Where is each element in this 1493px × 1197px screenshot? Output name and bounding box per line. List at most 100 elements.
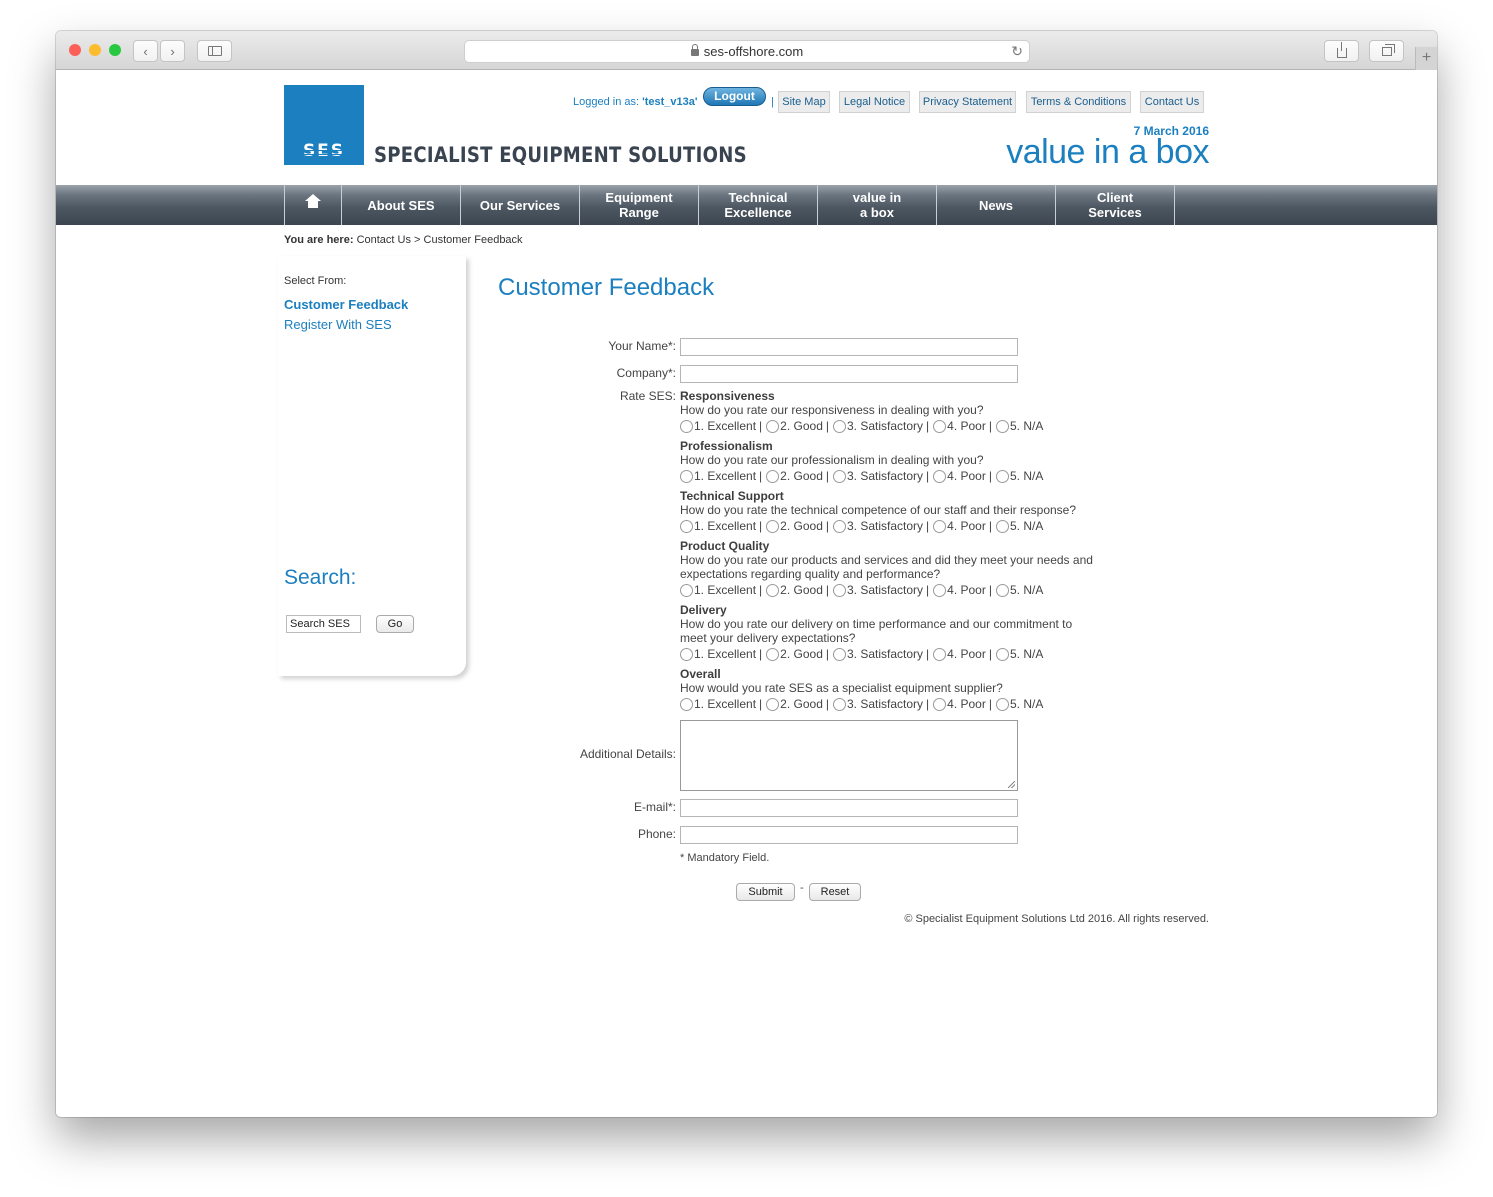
radio-button[interactable] [766, 647, 780, 661]
back-button[interactable]: ‹ [133, 40, 158, 62]
radio-button[interactable] [933, 697, 947, 711]
rating-option[interactable]: 5. N/A [995, 583, 1043, 597]
phone-field[interactable] [680, 826, 1018, 844]
breadcrumb-path[interactable]: Contact Us > Customer Feedback [357, 234, 523, 246]
rating-option[interactable]: 5. N/A [995, 419, 1043, 433]
radio-button[interactable] [766, 469, 780, 483]
rating-option[interactable]: 1. Excellent [680, 583, 756, 597]
email-field[interactable] [680, 799, 1018, 817]
radio-button[interactable] [680, 647, 693, 661]
rating-option[interactable]: 1. Excellent [680, 697, 756, 711]
search-input[interactable]: Search SES [286, 615, 361, 633]
forward-button[interactable]: › [160, 40, 185, 62]
legal-notice-link[interactable]: Legal Notice [839, 91, 910, 113]
rating-option[interactable]: 4. Poor [933, 697, 986, 711]
nav-value-in-a-box[interactable]: value in a box [818, 185, 937, 225]
nav-news[interactable]: News [937, 185, 1056, 225]
radio-button[interactable] [680, 697, 693, 711]
rating-option[interactable]: 3. Satisfactory [833, 647, 923, 661]
zoom-window-button[interactable] [109, 44, 121, 56]
privacy-statement-link[interactable]: Privacy Statement [919, 91, 1016, 113]
minimize-window-button[interactable] [89, 44, 101, 56]
rating-option[interactable]: 1. Excellent [680, 647, 756, 661]
nav-client-services[interactable]: Client Services [1056, 185, 1175, 225]
details-textarea[interactable] [680, 720, 1018, 791]
radio-button[interactable] [680, 519, 693, 533]
search-go-button[interactable]: Go [376, 615, 414, 633]
radio-button[interactable] [995, 419, 1009, 433]
radio-button[interactable] [833, 647, 846, 661]
tabs-overview-button[interactable] [1369, 40, 1404, 62]
radio-button[interactable] [933, 647, 947, 661]
rating-option[interactable]: 3. Satisfactory [833, 583, 923, 597]
name-field[interactable] [680, 338, 1018, 356]
radio-button[interactable] [833, 419, 846, 433]
rating-option[interactable]: 3. Satisfactory [833, 419, 923, 433]
rating-option[interactable]: 4. Poor [933, 519, 986, 533]
radio-button[interactable] [766, 419, 780, 433]
rating-option[interactable]: 4. Poor [933, 469, 986, 483]
reset-button[interactable]: Reset [809, 883, 861, 901]
contact-us-link[interactable]: Contact Us [1140, 91, 1204, 113]
nav-technical-excellence[interactable]: Technical Excellence [699, 185, 818, 225]
rating-option-label: 5. N/A [1009, 647, 1044, 661]
rating-option[interactable]: 5. N/A [995, 697, 1043, 711]
rating-option[interactable]: 2. Good [766, 647, 823, 661]
radio-button[interactable] [680, 469, 693, 483]
radio-button[interactable] [995, 583, 1009, 597]
nav-about-ses[interactable]: About SES [342, 185, 461, 225]
ses-logo[interactable]: SES [284, 85, 364, 165]
reload-icon[interactable]: ↻ [1011, 41, 1023, 62]
rating-option[interactable]: 4. Poor [933, 647, 986, 661]
radio-button[interactable] [833, 519, 846, 533]
radio-button[interactable] [995, 469, 1009, 483]
sidebar-item-customer-feedback[interactable]: Customer Feedback [284, 297, 408, 312]
rating-option[interactable]: 4. Poor [933, 583, 986, 597]
company-field[interactable] [680, 365, 1018, 383]
rating-option[interactable]: 2. Good [766, 419, 823, 433]
rating-option[interactable]: 2. Good [766, 697, 823, 711]
radio-button[interactable] [680, 583, 693, 597]
radio-button[interactable] [933, 469, 947, 483]
radio-button[interactable] [995, 519, 1009, 533]
rating-option[interactable]: 2. Good [766, 583, 823, 597]
rating-option[interactable]: 3. Satisfactory [833, 697, 923, 711]
radio-button[interactable] [833, 697, 846, 711]
nav-our-services[interactable]: Our Services [461, 185, 580, 225]
rating-option[interactable]: 1. Excellent [680, 519, 756, 533]
rating-option[interactable]: 1. Excellent [680, 419, 756, 433]
close-window-button[interactable] [69, 44, 81, 56]
new-tab-button[interactable]: + [1415, 47, 1437, 70]
rating-option[interactable]: 3. Satisfactory [833, 519, 923, 533]
rating-option[interactable]: 2. Good [766, 519, 823, 533]
rating-option[interactable]: 2. Good [766, 469, 823, 483]
radio-button[interactable] [833, 469, 846, 483]
rating-option[interactable]: 4. Poor [933, 419, 986, 433]
terms-conditions-link[interactable]: Terms & Conditions [1026, 91, 1131, 113]
submit-button[interactable]: Submit [736, 883, 795, 901]
radio-button[interactable] [995, 647, 1009, 661]
radio-button[interactable] [680, 419, 693, 433]
radio-button[interactable] [766, 697, 780, 711]
sidebar-item-register[interactable]: Register With SES [284, 317, 392, 332]
resize-handle-icon[interactable] [1008, 781, 1015, 788]
radio-button[interactable] [766, 583, 780, 597]
nav-home[interactable] [285, 185, 342, 225]
rating-option[interactable]: 5. N/A [995, 469, 1043, 483]
radio-button[interactable] [995, 697, 1009, 711]
radio-button[interactable] [933, 583, 947, 597]
radio-button[interactable] [766, 519, 780, 533]
rating-option[interactable]: 1. Excellent [680, 469, 756, 483]
nav-equipment-range[interactable]: Equipment Range [580, 185, 699, 225]
sidebar-toggle-button[interactable] [197, 40, 232, 62]
rating-option[interactable]: 3. Satisfactory [833, 469, 923, 483]
rating-option[interactable]: 5. N/A [995, 519, 1043, 533]
share-button[interactable] [1324, 40, 1359, 62]
radio-button[interactable] [833, 583, 846, 597]
address-bar[interactable]: ses-offshore.com ↻ [464, 40, 1030, 63]
radio-button[interactable] [933, 419, 947, 433]
site-map-link[interactable]: Site Map [778, 91, 830, 113]
rating-option[interactable]: 5. N/A [995, 647, 1044, 661]
logout-button[interactable]: Logout [703, 87, 766, 106]
radio-button[interactable] [933, 519, 947, 533]
